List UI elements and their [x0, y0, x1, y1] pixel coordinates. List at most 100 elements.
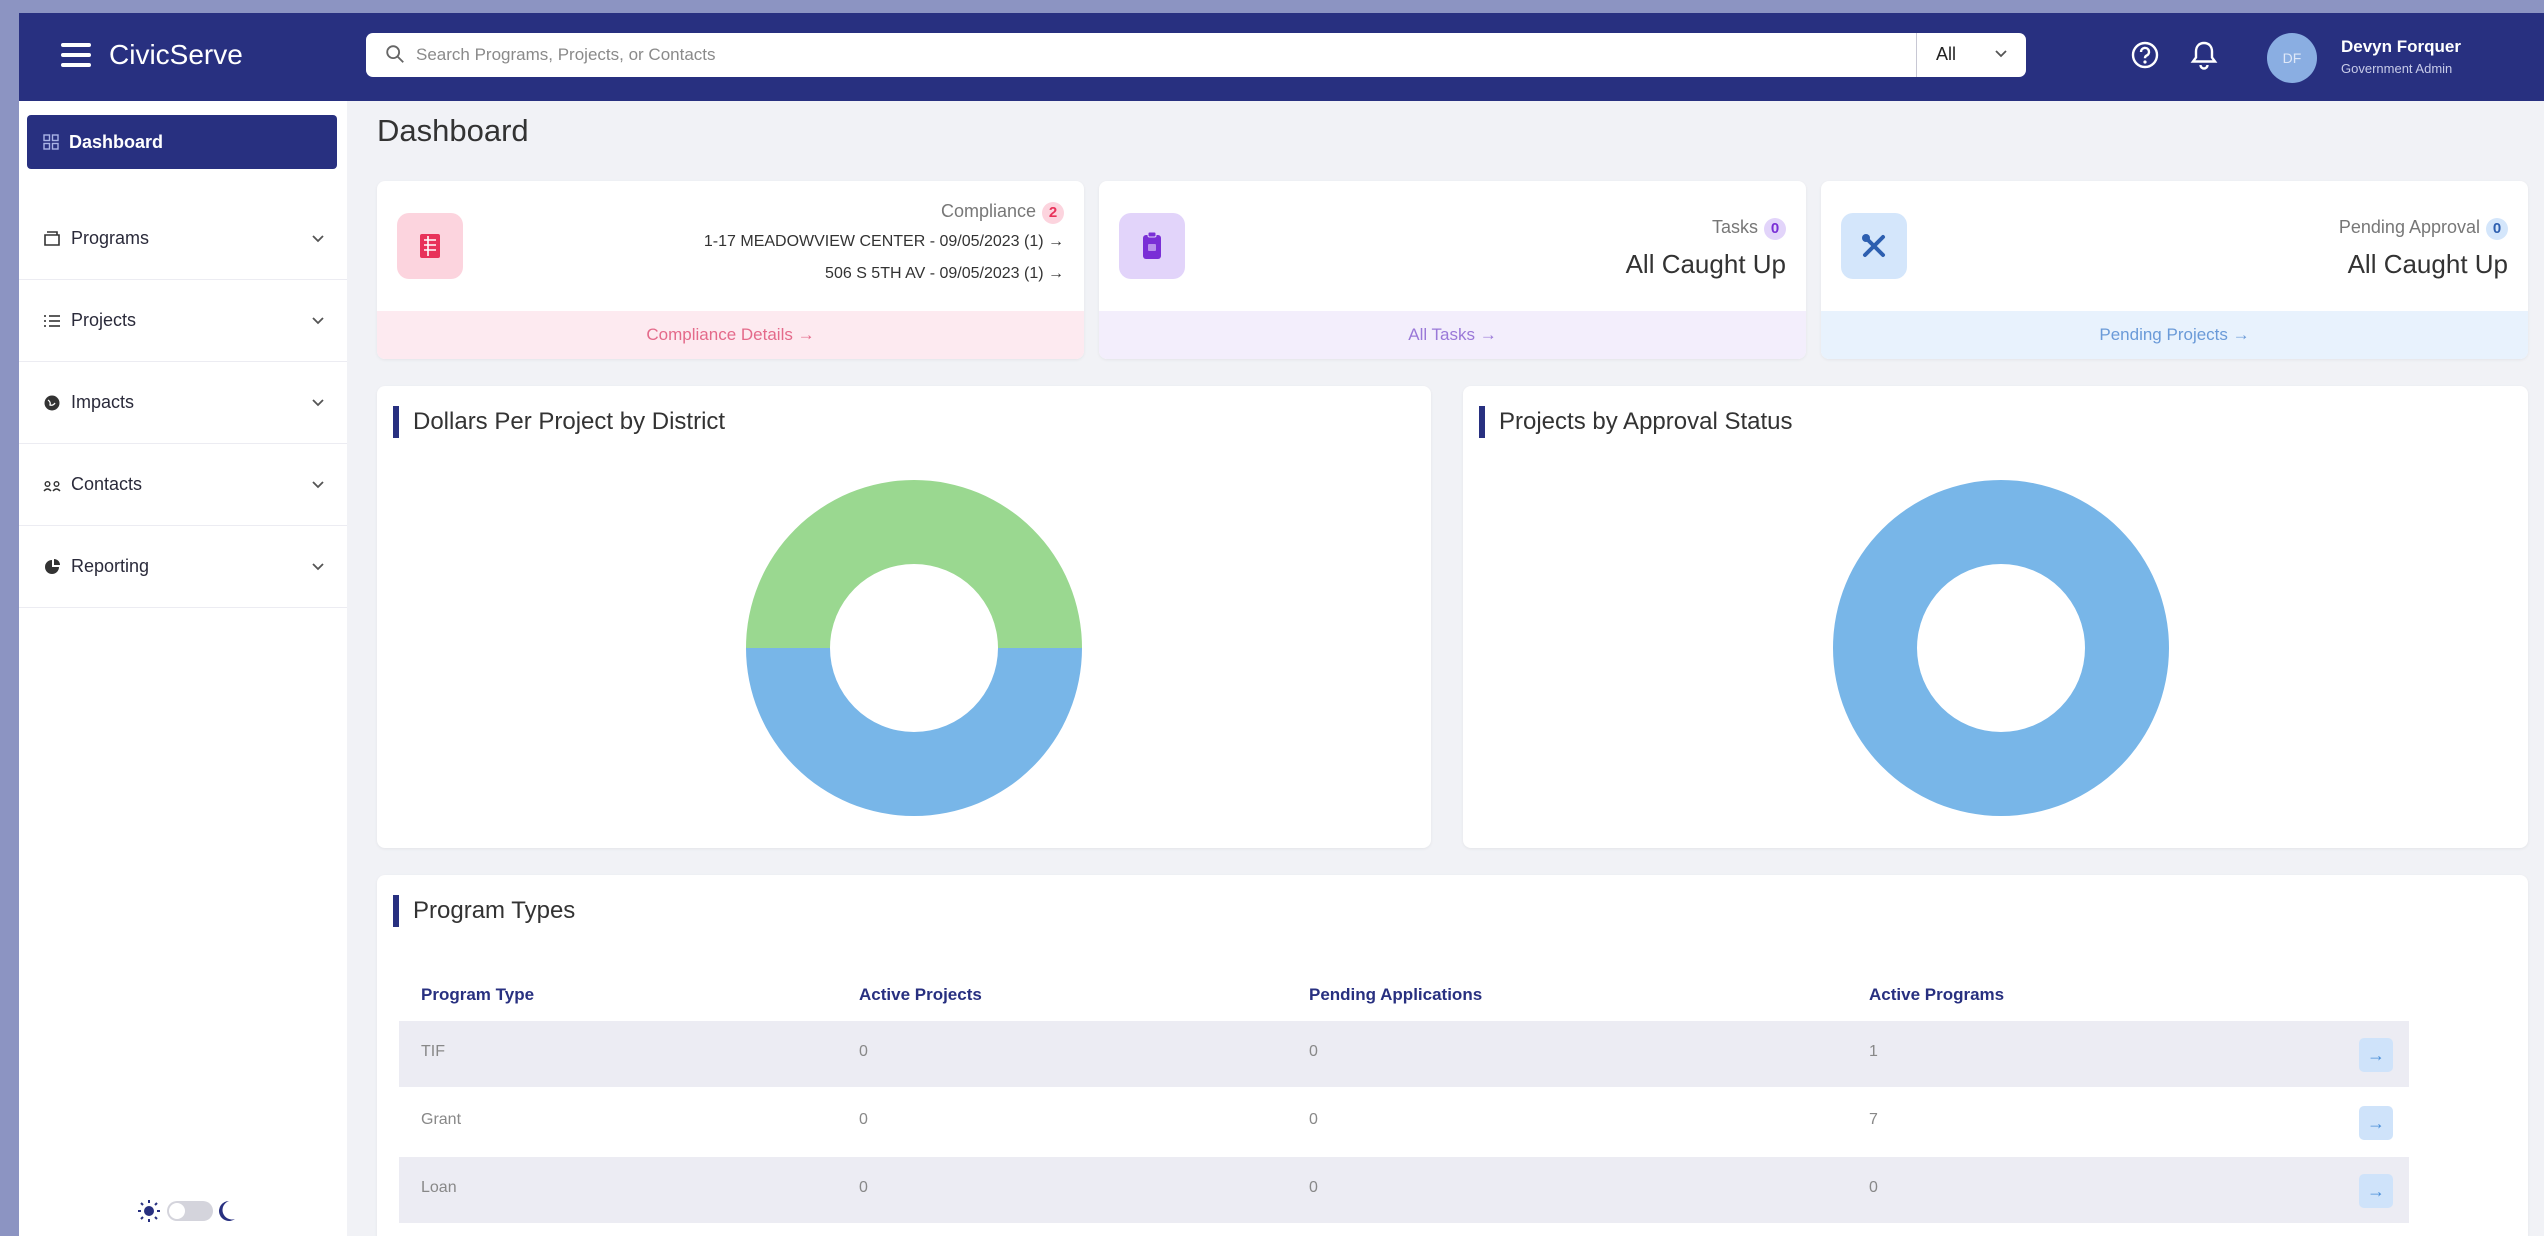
- district-chart-card: Dollars Per Project by District: [377, 386, 1431, 848]
- sidebar-item-label: Reporting: [71, 556, 150, 576]
- page-title: Dashboard: [377, 113, 529, 148]
- column-header: Active Programs: [1869, 985, 2005, 1004]
- column-header: Pending Applications: [1309, 985, 1483, 1004]
- grid-icon: [43, 134, 59, 150]
- compliance-details-link[interactable]: Compliance Details →: [377, 311, 1084, 359]
- sidebar: Dashboard Programs Projects Impacts Cont…: [19, 101, 347, 1236]
- table-cell: 0: [859, 1179, 868, 1196]
- user-role: Government Admin: [2341, 61, 2453, 76]
- arrow-right-icon[interactable]: →: [2359, 1106, 2393, 1140]
- folder-icon: [44, 231, 60, 246]
- moon-icon: [219, 1201, 235, 1221]
- help-icon[interactable]: [2129, 39, 2161, 71]
- table-cell: 7: [1869, 1111, 1878, 1128]
- pending-status: All Caught Up: [2347, 249, 2508, 279]
- pending-label-text: Pending Approval: [2338, 217, 2480, 237]
- donut-slice[interactable]: [746, 648, 1082, 816]
- donut-slice[interactable]: [746, 480, 1082, 648]
- chevron-down-icon: [312, 317, 324, 325]
- tools-icon: [1841, 213, 1907, 279]
- sidebar-item-programs[interactable]: Programs: [19, 198, 347, 280]
- app-window: CivicServe All DF Devyn Forquer Governme…: [19, 13, 2544, 1236]
- compliance-icon: [397, 213, 463, 279]
- compliance-label-text: Compliance: [940, 201, 1036, 221]
- table-cell: TIF: [421, 1043, 445, 1060]
- tasks-card: Tasks 0 All Caught Up All Tasks →: [1099, 181, 1806, 359]
- arrow-right-icon[interactable]: →: [2359, 1038, 2393, 1072]
- top-bar: CivicServe All DF Devyn Forquer Governme…: [19, 13, 2544, 101]
- sidebar-item-label: Dashboard: [69, 132, 164, 152]
- chevron-down-icon: [312, 399, 324, 407]
- pie-chart-icon: [45, 559, 60, 574]
- district-chart-title: Dollars Per Project by District: [393, 406, 725, 438]
- table-cell: 0: [859, 1043, 868, 1060]
- app-title[interactable]: CivicServe: [109, 39, 243, 71]
- tasks-status: All Caught Up: [1625, 249, 1786, 279]
- search-filter-select[interactable]: All: [1936, 44, 1956, 65]
- sidebar-item-label: Programs: [71, 228, 150, 248]
- tasks-label-text: Tasks: [1711, 217, 1758, 237]
- table-cell: 0: [859, 1111, 868, 1128]
- compliance-link-2[interactable]: 506 S 5TH AV - 09/05/2023 (1) →: [825, 265, 1064, 283]
- search-divider: [1916, 33, 1917, 77]
- chevron-down-icon: [312, 235, 324, 243]
- list-icon: [44, 315, 60, 327]
- table-cell: Grant: [421, 1111, 462, 1128]
- contacts-icon: [43, 480, 61, 492]
- pending-projects-link[interactable]: Pending Projects →: [1821, 311, 2528, 359]
- avatar[interactable]: DF: [2267, 33, 2317, 83]
- program-types-card: Program Types Program Type Active Projec…: [377, 875, 2528, 1236]
- sidebar-item-label: Impacts: [71, 392, 135, 412]
- program-types-title: Program Types: [393, 895, 575, 927]
- compliance-count-badge: 2: [1042, 202, 1064, 224]
- pending-count-badge: 0: [2486, 218, 2508, 240]
- globe-icon: [44, 395, 60, 411]
- table-cell: 0: [1309, 1111, 1318, 1128]
- hamburger-menu-icon[interactable]: [61, 43, 91, 67]
- table-cell: 0: [1309, 1043, 1318, 1060]
- tasks-label: Tasks 0: [1712, 217, 1786, 240]
- pending-approval-card: Pending Approval 0 All Caught Up Pending …: [1821, 181, 2528, 359]
- table-cell: 1: [1869, 1043, 1878, 1060]
- status-donut-chart: [1833, 480, 2169, 816]
- column-header: Active Projects: [859, 985, 982, 1004]
- chevron-down-icon: [312, 563, 324, 571]
- sidebar-item-contacts[interactable]: Contacts: [19, 444, 347, 526]
- sidebar-item-impacts[interactable]: Impacts: [19, 362, 347, 444]
- sidebar-item-projects[interactable]: Projects: [19, 280, 347, 362]
- all-tasks-link[interactable]: All Tasks →: [1099, 311, 1806, 359]
- table-row: TIF 0 0 1 →: [399, 1021, 2409, 1087]
- status-chart-title: Projects by Approval Status: [1479, 406, 1792, 438]
- column-header: Program Type: [421, 985, 535, 1004]
- sidebar-item-reporting[interactable]: Reporting: [19, 526, 347, 608]
- compliance-card: Compliance 2 1-17 MEADOWVIEW CENTER - 09/…: [377, 181, 1084, 359]
- clipboard-icon: [1119, 213, 1185, 279]
- tasks-count-badge: 0: [1764, 218, 1786, 240]
- chevron-down-icon: [312, 481, 324, 489]
- search-input[interactable]: [416, 39, 1896, 71]
- sidebar-item-dashboard[interactable]: Dashboard: [27, 115, 337, 169]
- table-cell: 0: [1869, 1179, 1878, 1196]
- table-cell: 0: [1309, 1179, 1318, 1196]
- compliance-link-1[interactable]: 1-17 MEADOWVIEW CENTER - 09/05/2023 (1) …: [704, 233, 1064, 251]
- donut-slice[interactable]: [1833, 480, 2169, 816]
- table-cell: Loan: [421, 1179, 457, 1196]
- sidebar-item-label: Contacts: [71, 474, 143, 494]
- user-name[interactable]: Devyn Forquer: [2341, 37, 2461, 57]
- district-donut-chart: [746, 480, 1082, 816]
- arrow-right-icon[interactable]: →: [2359, 1174, 2393, 1208]
- compliance-label: Compliance 2: [941, 201, 1064, 224]
- bell-icon[interactable]: [2189, 39, 2219, 71]
- table-row: Grant 0 0 7 →: [399, 1089, 2409, 1155]
- sun-icon: [138, 1200, 160, 1222]
- table-row: Loan 0 0 0 →: [399, 1157, 2409, 1223]
- status-chart-card: Projects by Approval Status: [1463, 386, 2528, 848]
- pending-label: Pending Approval 0: [2339, 217, 2508, 240]
- table-row: EZ 0 0 1 →: [399, 1225, 2409, 1236]
- search-icon: [386, 45, 404, 63]
- table-header: Program Type Active Projects Pending App…: [399, 977, 2409, 1013]
- theme-toggle[interactable]: [129, 1196, 249, 1226]
- sidebar-item-label: Projects: [71, 310, 137, 330]
- chevron-down-icon[interactable]: [1994, 47, 2008, 61]
- search-bar: All: [366, 33, 2026, 77]
